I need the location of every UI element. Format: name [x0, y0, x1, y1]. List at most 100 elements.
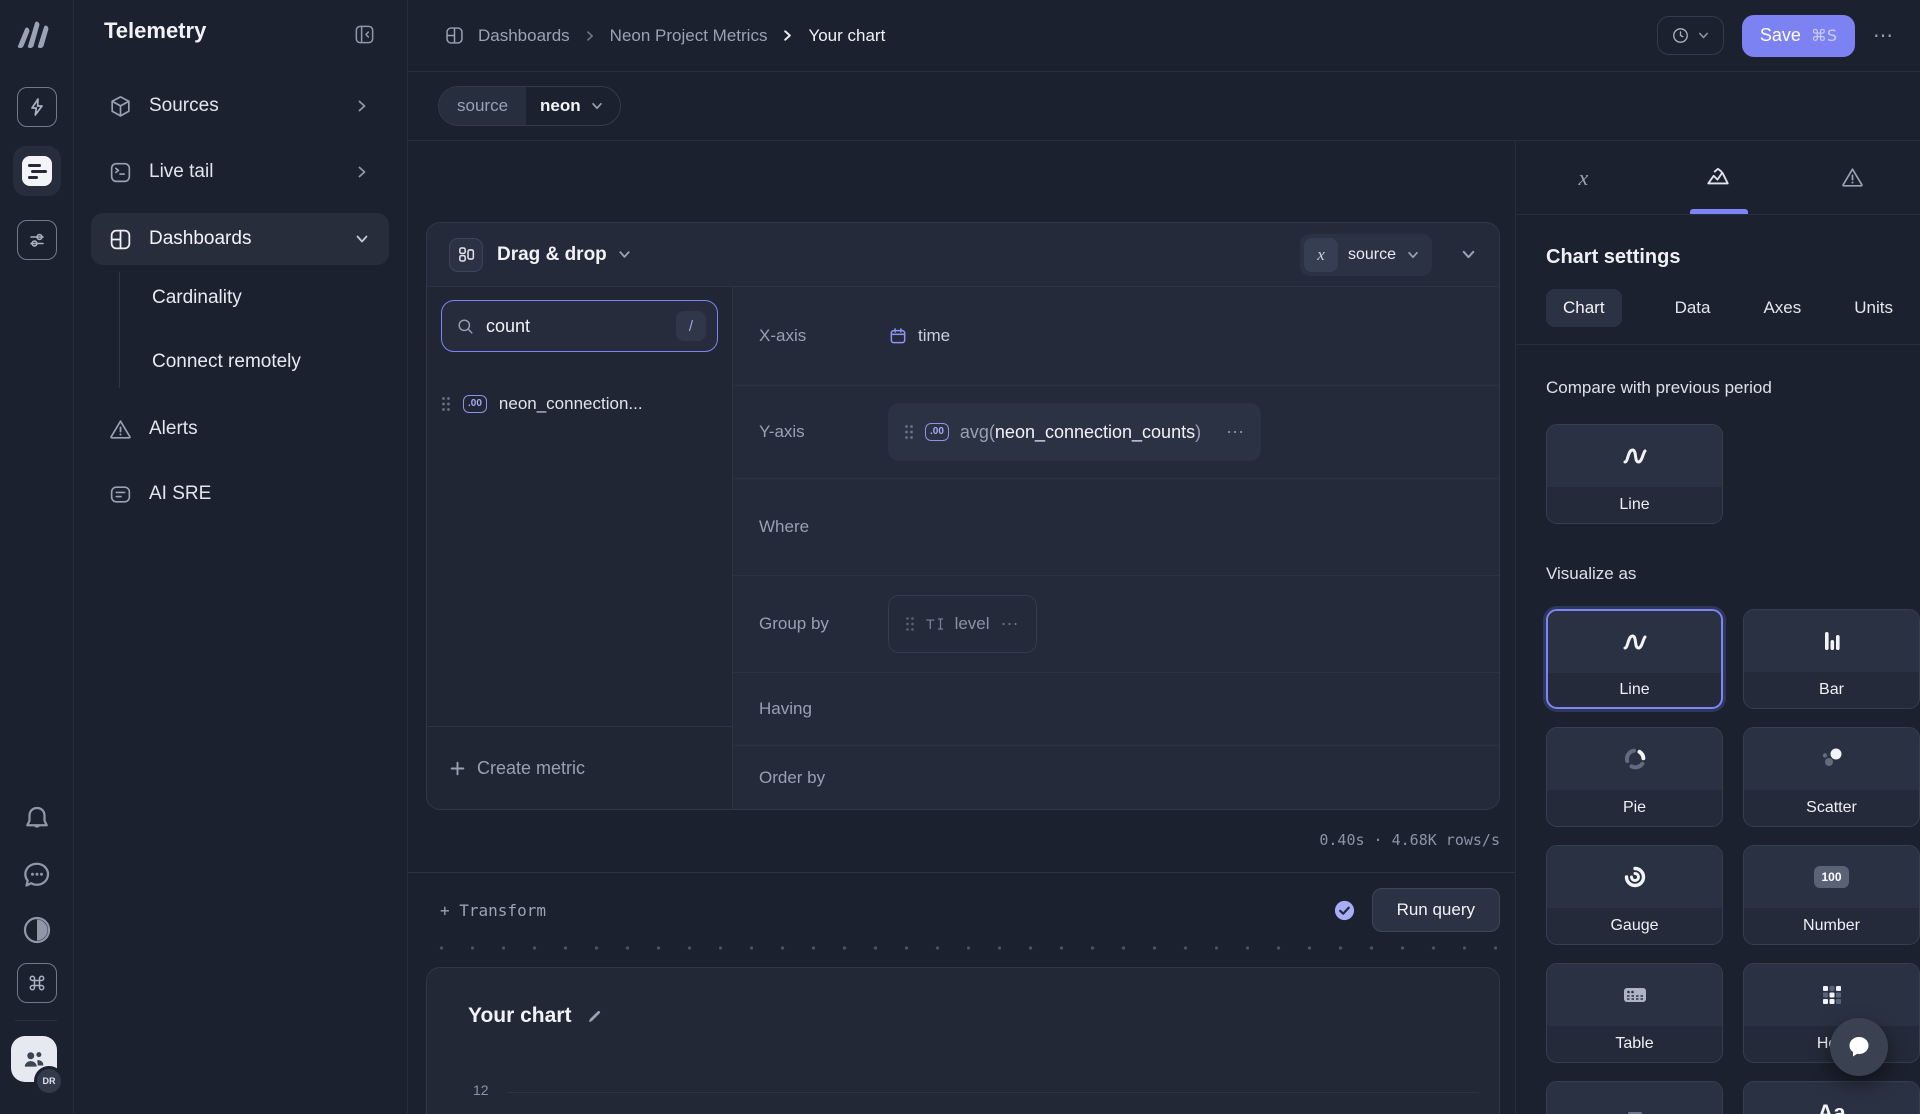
time-range-button[interactable]	[1657, 16, 1724, 55]
chat-dots-icon	[19, 857, 55, 893]
viz-card-statistic[interactable]	[1546, 1081, 1723, 1114]
shortcuts-button[interactable]	[17, 963, 57, 1003]
viz-card-table[interactable]: Table	[1546, 963, 1723, 1063]
sidebar-item-connect-remotely[interactable]: Connect remotely	[152, 351, 301, 373]
warning-triangle-icon	[1840, 165, 1865, 190]
collapse-builder-button[interactable]	[1460, 246, 1477, 263]
more-options-button[interactable]: ⋯	[1873, 23, 1894, 48]
quickstart-nav-button[interactable]	[17, 87, 57, 127]
tab-variables[interactable]: x	[1516, 141, 1651, 214]
viz-card-gauge[interactable]: Gauge	[1546, 845, 1723, 945]
gridline	[507, 1092, 1479, 1093]
compare-heading: Compare with previous period	[1546, 378, 1893, 398]
edit-pencil-icon[interactable]	[585, 1007, 604, 1026]
run-query-button[interactable]: Run query	[1372, 888, 1500, 932]
x-variable-badge: x	[1304, 238, 1338, 272]
chevron-right-icon	[354, 98, 370, 114]
tab-units[interactable]: Units	[1854, 298, 1893, 318]
group-by-field-chip[interactable]: T level ⋯	[888, 595, 1037, 653]
sidebar-item-cardinality[interactable]: Cardinality	[152, 287, 242, 309]
sidebar-item-live-tail[interactable]: Live tail	[74, 148, 408, 196]
filter-row: source neon	[408, 72, 1920, 141]
create-metric-button[interactable]: Create metric	[427, 726, 732, 809]
support-chat-button[interactable]	[1830, 1018, 1888, 1076]
tab-chart[interactable]: Chart	[1546, 289, 1622, 327]
tab-alerts[interactable]	[1785, 141, 1920, 214]
sidebar-item-ai-sre[interactable]: AI SRE	[74, 470, 408, 518]
save-button[interactable]: Save ⌘S	[1742, 15, 1855, 57]
app-window: DR Telemetry Sources	[0, 0, 1920, 1114]
visualize-heading: Visualize as	[1546, 564, 1893, 584]
chevron-down-icon	[590, 99, 604, 113]
viz-card-bar[interactable]: Bar	[1743, 609, 1920, 709]
contrast-icon	[19, 912, 55, 948]
chip-menu-button[interactable]: ⋯	[1001, 614, 1020, 635]
chevron-down-icon	[1697, 29, 1710, 42]
chevron-right-icon	[354, 164, 370, 180]
panel-heading: Chart settings	[1546, 246, 1893, 269]
viz-card-scatter[interactable]: Scatter	[1743, 727, 1920, 827]
bell-icon	[19, 802, 55, 838]
scatter-chart-icon	[1819, 746, 1845, 772]
sidebar-item-dashboards[interactable]: Dashboards	[74, 215, 408, 263]
metric-list: .00 neon_connection...	[427, 364, 732, 726]
breadcrumb-dashboard-name[interactable]: Neon Project Metrics	[610, 26, 768, 46]
query-mode-dropdown[interactable]: Drag & drop	[497, 244, 607, 266]
panel-divider	[1516, 344, 1920, 345]
compare-line-card[interactable]: Line	[1546, 424, 1723, 524]
viz-card-number[interactable]: 100 Number	[1743, 845, 1920, 945]
tab-axes[interactable]: Axes	[1763, 298, 1801, 318]
chart-preview-card: Your chart 12	[426, 967, 1500, 1114]
org-badge[interactable]: DR	[34, 1066, 64, 1096]
chevron-down-icon	[354, 231, 370, 247]
query-builder-header: Drag & drop x source	[427, 223, 1499, 287]
math-x-icon: x	[1578, 165, 1588, 191]
breadcrumb-dashboards[interactable]: Dashboards	[478, 26, 570, 46]
chat-bubble-icon	[1845, 1033, 1873, 1061]
metric-search-input[interactable]: count /	[441, 300, 718, 352]
axiom-logo-icon[interactable]	[14, 16, 56, 54]
viz-card-pie[interactable]: Pie	[1546, 727, 1723, 827]
nav-tree-line	[119, 272, 120, 388]
x-group-selector[interactable]: x source	[1300, 234, 1432, 276]
having-row[interactable]: Having	[733, 673, 1499, 746]
theme-toggle-button[interactable]	[19, 912, 55, 948]
drag-drop-mode-icon	[449, 238, 483, 272]
resize-divider[interactable]	[426, 946, 1500, 950]
y-axis-aggregation-chip[interactable]: .00 avg(neon_connection_counts) ⋯	[888, 403, 1261, 461]
x-axis-row[interactable]: X-axis time	[733, 287, 1499, 386]
telemetry-nav-button[interactable]	[13, 146, 61, 196]
gauge-icon	[1622, 864, 1648, 890]
source-filter-dropdown[interactable]: source neon	[438, 86, 621, 126]
metric-type-icon: .00	[463, 395, 487, 413]
sidebar-item-alerts[interactable]: Alerts	[74, 405, 408, 453]
viz-card-text[interactable]: Aa	[1743, 1081, 1920, 1114]
filter-key-label: source	[439, 87, 526, 125]
breadcrumb: Dashboards Neon Project Metrics Your cha…	[444, 25, 885, 46]
settings-section-tabs: Chart Data Axes Units	[1546, 289, 1893, 327]
feedback-button[interactable]	[19, 857, 55, 893]
y-axis-tick-label: 12	[473, 1082, 489, 1098]
sidebar-item-sources[interactable]: Sources	[74, 82, 408, 130]
metric-list-item[interactable]: .00 neon_connection...	[427, 382, 732, 426]
search-icon	[456, 317, 475, 336]
terminal-icon	[108, 160, 133, 185]
chip-menu-button[interactable]: ⋯	[1226, 422, 1245, 443]
main-content: Drag & drop x source	[408, 141, 1515, 1114]
tab-chart-settings[interactable]	[1651, 141, 1786, 214]
collapse-sidebar-button[interactable]	[353, 23, 376, 46]
group-by-row: Group by T level ⋯	[733, 576, 1499, 673]
add-transform-button[interactable]: + Transform	[440, 901, 546, 920]
cube-icon	[108, 94, 133, 119]
tab-data[interactable]: Data	[1675, 298, 1711, 318]
query-builder-card: Drag & drop x source	[426, 222, 1500, 810]
notifications-button[interactable]	[19, 802, 55, 838]
breadcrumb-current: Your chart	[808, 26, 885, 46]
chart-title: Your chart	[468, 1004, 571, 1028]
settings-nav-button[interactable]	[17, 220, 57, 260]
order-by-row[interactable]: Order by	[733, 746, 1499, 809]
chevron-right-icon	[780, 28, 795, 43]
metric-type-icon: .00	[925, 423, 949, 441]
where-row[interactable]: Where	[733, 479, 1499, 576]
viz-card-line[interactable]: Line	[1546, 609, 1723, 709]
